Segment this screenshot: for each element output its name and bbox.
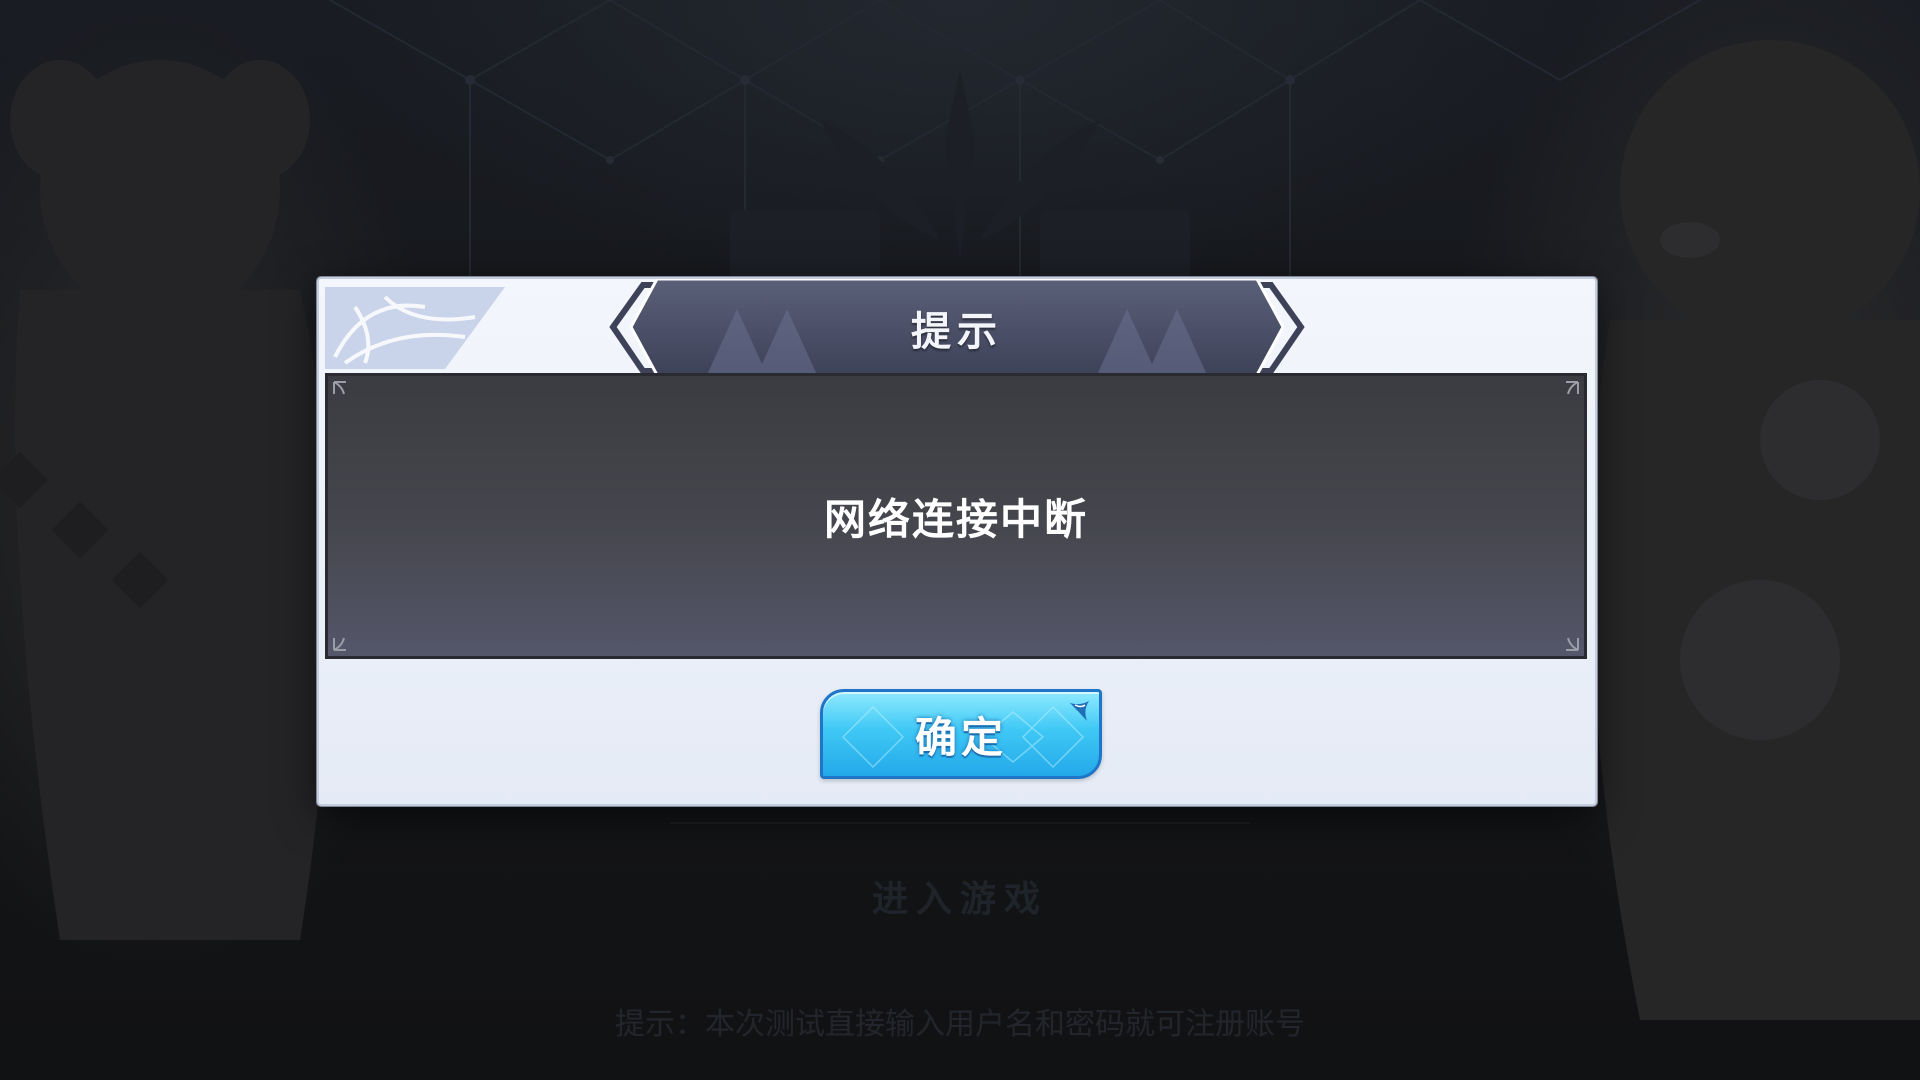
registration-hint: 提示：本次测试直接输入用户名和密码就可注册账号 [615,1007,1305,1042]
dialog-title: 提示 [911,309,1003,355]
game-logo-silhouette [730,70,1190,290]
enter-game-button: 进入游戏 [871,879,1048,920]
confirm-button[interactable]: 确定 [820,689,1102,779]
message-panel: 网络连接中断 [325,373,1587,659]
username-field-underline [670,822,1250,824]
confirm-button-label: 确定 [914,712,1007,762]
alert-dialog: 提示 网络连接中断 确定 [317,277,1597,806]
error-message: 网络连接中断 [823,494,1088,544]
filigree-corner-icon [325,287,505,369]
